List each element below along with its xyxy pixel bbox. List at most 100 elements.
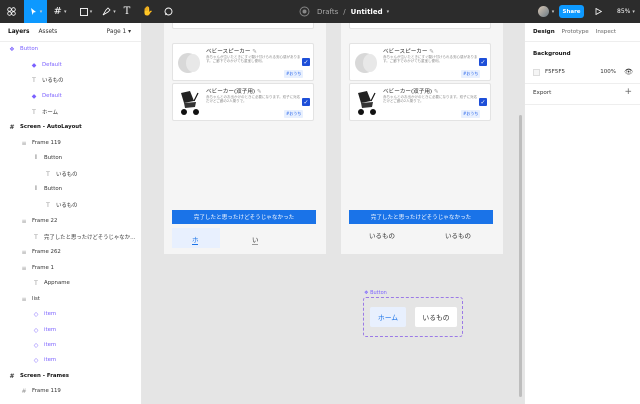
list-item[interactable]: ベビーカー(双子用) ✎ 赤ちゃんとのお出かけのときに必要になります。双子に対応… bbox=[172, 83, 314, 121]
figma-menu-icon[interactable] bbox=[0, 0, 22, 23]
team-icon bbox=[297, 0, 311, 23]
share-button[interactable]: Share bbox=[559, 5, 584, 18]
speaker-image bbox=[353, 47, 380, 77]
layer-row[interactable]: ≡ Frame 262 bbox=[0, 246, 141, 258]
color-swatch[interactable] bbox=[533, 68, 540, 76]
pen-tool-icon[interactable]: ▾ bbox=[99, 0, 119, 23]
layer-row[interactable]: ≡ Frame 1 bbox=[0, 262, 141, 274]
list-item[interactable] bbox=[172, 23, 314, 29]
layer-label: item bbox=[44, 327, 57, 333]
nav-items-label[interactable]: いるもの bbox=[445, 230, 471, 240]
text-tool-icon[interactable]: T bbox=[120, 0, 134, 23]
add-export-icon[interactable]: + bbox=[624, 87, 632, 97]
layer-row[interactable]: ◇ item bbox=[0, 308, 141, 320]
layer-row[interactable]: ⦀ Button bbox=[0, 152, 141, 164]
autolayout-vertical-icon: ≡ bbox=[21, 217, 27, 225]
hand-tool-icon[interactable]: ✋ bbox=[140, 0, 156, 23]
frame-screen-autolayout[interactable]: ベビースピーカー ✎ 赤ちゃんが泣いたときにすぐ駆け付けられる安心感があります。… bbox=[164, 23, 326, 254]
check-icon[interactable]: ✓ bbox=[302, 98, 310, 106]
layer-row[interactable]: T いるもの bbox=[0, 199, 141, 211]
item-description: 赤ちゃんが泣いたときにすぐ駆け付けられる安心感があります。ご廊下でのかけても重宝… bbox=[206, 55, 301, 64]
canvas-scrollbar[interactable] bbox=[519, 115, 522, 397]
list-item[interactable] bbox=[349, 23, 491, 29]
check-icon[interactable]: ✓ bbox=[302, 58, 310, 66]
layer-row[interactable]: T いるもの bbox=[0, 168, 141, 180]
layer-row[interactable]: ◆ Default bbox=[0, 90, 141, 102]
shape-tool-icon[interactable]: ▾ bbox=[74, 0, 98, 23]
layer-row[interactable]: ◇ item bbox=[0, 324, 141, 336]
present-icon[interactable] bbox=[592, 0, 604, 23]
tab-prototype[interactable]: Prototype bbox=[562, 29, 589, 35]
layer-row[interactable]: ≡ list bbox=[0, 293, 141, 305]
tab-inspect[interactable]: Inspect bbox=[596, 29, 616, 35]
frame-icon: # bbox=[21, 387, 27, 395]
autolayout-vertical-icon: ≡ bbox=[21, 139, 27, 147]
layer-label: 完了したと思ったけどそうじゃなか… bbox=[44, 235, 136, 241]
layer-row[interactable]: ≡ Frame 22 bbox=[0, 215, 141, 227]
autolayout-horizontal-icon: ⦀ bbox=[34, 154, 38, 161]
layer-label: item bbox=[44, 311, 57, 317]
check-icon[interactable]: ✓ bbox=[479, 98, 487, 106]
layer-label: ホーム bbox=[42, 110, 59, 116]
complete-button[interactable]: 完了したと思ったけどそうじゃなかった bbox=[172, 210, 316, 224]
breadcrumb-drafts[interactable]: Drafts bbox=[317, 8, 338, 16]
avatar-chevron-icon[interactable]: ▾ bbox=[550, 0, 556, 23]
layers-panel: Layers Assets Page 1 ▾ ❖ Button ◆ Default T い… bbox=[0, 23, 142, 404]
canvas[interactable]: ベビースピーカー ✎ 赤ちゃんが泣いたときにすぐ駆け付けられる安心感があります。… bbox=[142, 23, 524, 404]
tab-assets[interactable]: Assets bbox=[38, 29, 57, 35]
file-name[interactable]: Untitled bbox=[351, 8, 383, 16]
button-variant-home[interactable]: ホーム bbox=[370, 307, 406, 327]
text-icon: T bbox=[46, 201, 50, 209]
comment-tool-icon[interactable] bbox=[160, 0, 176, 23]
layer-row[interactable]: ◇ item bbox=[0, 339, 141, 351]
layer-row[interactable]: T 完了したと思ったけどそうじゃなか… bbox=[0, 231, 141, 243]
list-item[interactable]: ベビースピーカー ✎ 赤ちゃんが泣いたときにすぐ駆け付けられる安心感があります。… bbox=[172, 43, 314, 81]
layer-row[interactable]: T Appname bbox=[0, 277, 141, 289]
autolayout-vertical-icon: ≡ bbox=[21, 264, 27, 272]
layer-row[interactable]: ≡ Frame 119 bbox=[0, 137, 141, 149]
layer-row[interactable]: ◆ Default bbox=[0, 59, 141, 71]
layer-label: Frame 1 bbox=[32, 265, 54, 271]
button-variant-items[interactable]: いるもの bbox=[415, 307, 457, 327]
button-component-set[interactable]: ホーム いるもの bbox=[363, 297, 463, 337]
layer-row[interactable]: # Screen - Frames bbox=[0, 370, 141, 382]
layer-label: Default bbox=[42, 62, 62, 68]
tab-design[interactable]: Design bbox=[533, 29, 555, 35]
list-item[interactable]: ベビースピーカー ✎ 赤ちゃんが泣いたときにすぐ駆け付けられる安心感があります。… bbox=[349, 43, 491, 81]
layer-label: いるもの bbox=[42, 78, 64, 84]
complete-button[interactable]: 完了したと思ったけどそうじゃなかった bbox=[349, 210, 493, 224]
component-icon: ◆ bbox=[31, 61, 37, 69]
layer-row[interactable]: # Frame 119 bbox=[0, 385, 141, 397]
eye-icon[interactable]: 👁 bbox=[624, 68, 633, 76]
background-section-title: Background bbox=[533, 51, 571, 57]
layer-row[interactable]: ◇ item bbox=[0, 354, 141, 366]
item-description: 赤ちゃんとのお出かけのときに必要になります。双子に対応だけどご廊の2人乗りで。 bbox=[383, 95, 478, 104]
layer-row[interactable]: ❖ Button bbox=[0, 43, 141, 55]
frame-screen-frames[interactable]: ベビースピーカー ✎ 赤ちゃんが泣いたときにすぐ駆け付けられる安心感があります。… bbox=[341, 23, 503, 254]
background-opacity[interactable]: 100% bbox=[600, 69, 616, 75]
tab-layers[interactable]: Layers bbox=[8, 29, 29, 35]
file-menu-chevron-icon[interactable]: ▾ bbox=[387, 9, 390, 15]
list-item[interactable]: ベビーカー(双子用) ✎ 赤ちゃんとのお出かけのときに必要になります。双子に対応… bbox=[349, 83, 491, 121]
item-description: 赤ちゃんが泣いたときにすぐ駆け付けられる安心感があります。ご廊下でのかけても重宝… bbox=[383, 55, 478, 64]
nav-items-label[interactable]: い bbox=[252, 234, 259, 244]
zoom-control[interactable]: 85% ▾ bbox=[617, 0, 635, 23]
layer-label: Button bbox=[44, 155, 63, 161]
frame-tool-icon[interactable]: # ▾ bbox=[48, 0, 72, 23]
component-set-icon: ❖ bbox=[9, 45, 15, 53]
avatar[interactable] bbox=[538, 6, 549, 17]
page-selector[interactable]: Page 1 ▾ bbox=[107, 29, 131, 35]
layer-label: item bbox=[44, 342, 57, 348]
left-panel-tabs: Layers Assets Page 1 ▾ bbox=[0, 23, 141, 42]
layer-row[interactable]: T いるもの bbox=[0, 74, 141, 86]
layer-row[interactable]: # Screen - AutoLayout bbox=[0, 121, 141, 133]
nav-items-label[interactable]: いるもの bbox=[369, 230, 395, 240]
move-tool-icon[interactable]: ▾ bbox=[24, 0, 47, 23]
nav-home-active[interactable]: ホ bbox=[172, 228, 220, 248]
layer-row[interactable]: ⦀ Button bbox=[0, 183, 141, 195]
check-icon[interactable]: ✓ bbox=[479, 58, 487, 66]
layer-row[interactable]: T ホーム bbox=[0, 106, 141, 118]
background-fill-row[interactable]: F5F5F5 100% 👁 bbox=[533, 67, 633, 77]
autolayout-vertical-icon: ≡ bbox=[21, 295, 27, 303]
background-hex[interactable]: F5F5F5 bbox=[545, 69, 565, 75]
